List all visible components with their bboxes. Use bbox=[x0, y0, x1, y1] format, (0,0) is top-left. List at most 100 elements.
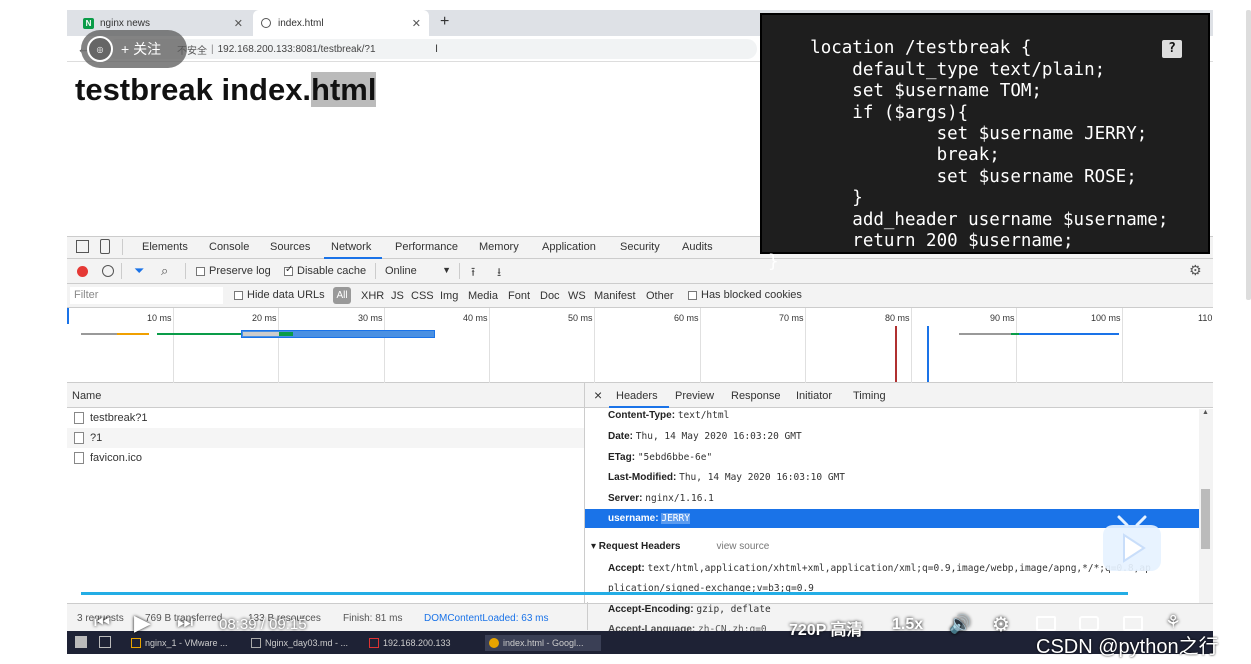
filter-icon[interactable]: ⏷ bbox=[134, 263, 144, 279]
tab-preview[interactable]: Preview bbox=[675, 390, 714, 402]
close-tab-icon[interactable]: ✕ bbox=[412, 17, 421, 30]
hide-data-urls-label: Hide data URLs bbox=[247, 289, 325, 301]
waterfall-segment bbox=[117, 333, 149, 335]
throttle-select[interactable]: Online ▼ bbox=[385, 265, 451, 277]
tick-label: 60 ms bbox=[674, 313, 699, 323]
tab-security[interactable]: Security bbox=[620, 241, 660, 253]
waterfall-segment bbox=[959, 333, 1011, 335]
type-filter-font[interactable]: Font bbox=[508, 290, 530, 302]
name-column-header[interactable]: Name bbox=[67, 383, 584, 408]
close-details-icon[interactable]: × bbox=[594, 387, 602, 403]
type-filter-xhr[interactable]: XHR bbox=[361, 290, 384, 302]
tick-line bbox=[1016, 308, 1017, 383]
type-filter-css[interactable]: CSS bbox=[411, 290, 434, 302]
type-filter-all[interactable]: All bbox=[333, 287, 351, 304]
request-headers-section[interactable]: ▾ Request Headers view source bbox=[591, 541, 769, 552]
clear-icon[interactable] bbox=[102, 265, 114, 277]
tick-line bbox=[805, 308, 806, 383]
device-toolbar-icon[interactable] bbox=[100, 239, 110, 254]
type-filter-other[interactable]: Other bbox=[646, 290, 674, 302]
requests-panel: Name testbreak?1 ?1 favicon.ico × Header… bbox=[67, 383, 1213, 603]
header-value: Thu, 14 May 2020 16:03:20 GMT bbox=[635, 431, 802, 442]
active-tab-indicator bbox=[609, 406, 669, 408]
checkbox[interactable] bbox=[196, 266, 205, 276]
tick-line bbox=[911, 308, 912, 383]
details-scrollbar[interactable]: ▲ bbox=[1199, 409, 1213, 603]
import-har-icon[interactable]: ⭱ bbox=[471, 263, 475, 284]
type-filter-doc[interactable]: Doc bbox=[540, 290, 560, 302]
view-source-link[interactable]: view source bbox=[717, 541, 770, 552]
task-view-icon[interactable] bbox=[99, 636, 111, 648]
search-icon[interactable]: ⌕ bbox=[161, 263, 168, 279]
help-icon[interactable]: ? bbox=[1162, 40, 1182, 58]
preserve-log-checkbox[interactable]: Preserve log bbox=[196, 265, 271, 277]
header-value: "5ebd6bbe-6e" bbox=[637, 452, 713, 463]
request-header-row: Accept: text/html,application/xhtml+xml,… bbox=[608, 563, 1151, 574]
tick-line bbox=[489, 308, 490, 383]
type-filter-ws[interactable]: WS bbox=[568, 290, 586, 302]
record-icon[interactable] bbox=[77, 266, 88, 277]
network-status-bar: 3 requests 769 B transferred 133 B resou… bbox=[67, 602, 1213, 635]
follow-button[interactable]: ◎ + 关注 bbox=[81, 30, 187, 68]
tab-timing[interactable]: Timing bbox=[853, 390, 886, 402]
throttle-value: Online bbox=[385, 265, 417, 277]
tab-performance[interactable]: Performance bbox=[395, 241, 458, 253]
filter-input[interactable]: Filter bbox=[70, 287, 223, 304]
settings-gear-icon[interactable]: ⚙ bbox=[1189, 262, 1202, 279]
new-tab-button[interactable]: + bbox=[440, 13, 449, 31]
export-har-icon[interactable]: ⭳ bbox=[497, 263, 501, 284]
list-item[interactable]: testbreak?1 bbox=[67, 408, 584, 428]
checkbox[interactable] bbox=[284, 264, 293, 276]
type-filter-js[interactable]: JS bbox=[391, 290, 404, 302]
request-header-row: Accept-Encoding: gzip, deflate bbox=[608, 604, 771, 615]
windows-start-icon[interactable] bbox=[75, 636, 87, 648]
divider bbox=[459, 263, 460, 279]
header-name: Last-Modified: bbox=[608, 472, 677, 483]
tab-index-html[interactable]: index.html ✕ bbox=[253, 10, 429, 36]
hide-data-urls-checkbox[interactable]: Hide data URLs bbox=[234, 289, 325, 301]
list-item[interactable]: favicon.ico bbox=[67, 448, 584, 468]
tab-network[interactable]: Network bbox=[331, 241, 371, 253]
tab-response[interactable]: Response bbox=[731, 390, 781, 402]
scroll-up-icon[interactable]: ▲ bbox=[1202, 409, 1209, 416]
taskbar-item[interactable]: Nginx_day03.md - ... bbox=[247, 635, 357, 651]
tab-audits[interactable]: Audits bbox=[682, 241, 713, 253]
list-item[interactable]: ?1 bbox=[67, 428, 584, 448]
scrollbar-thumb[interactable] bbox=[1201, 489, 1210, 549]
follow-label: + 关注 bbox=[121, 41, 162, 57]
tick-line bbox=[594, 308, 595, 383]
waterfall-segment bbox=[279, 332, 293, 336]
header-name: Date: bbox=[608, 431, 634, 442]
tab-console[interactable]: Console bbox=[209, 241, 249, 253]
type-filter-img[interactable]: Img bbox=[440, 290, 458, 302]
taskbar-item[interactable]: nginx_1 - VMware ... bbox=[127, 635, 239, 651]
tab-application[interactable]: Application bbox=[542, 241, 596, 253]
tab-sources[interactable]: Sources bbox=[270, 241, 310, 253]
code-snippet-overlay: location /testbreak { default_type text/… bbox=[760, 13, 1210, 272]
header-value: text/html,application/xhtml+xml,applicat… bbox=[647, 563, 1151, 574]
header-name: Content-Type: bbox=[608, 410, 676, 421]
network-overview-timeline[interactable]: 10 ms 20 ms 30 ms 40 ms 50 ms 60 ms 70 m… bbox=[67, 308, 1213, 383]
inspect-element-icon[interactable] bbox=[76, 240, 89, 253]
taskbar-label: Nginx_day03.md - ... bbox=[265, 638, 349, 648]
divider bbox=[587, 602, 588, 630]
load-event-line bbox=[895, 326, 897, 382]
omnibox[interactable]: 不安全 | 192.168.200.133:8081/testbreak/?1 bbox=[107, 39, 757, 59]
taskbar-item[interactable]: 192.168.200.133 bbox=[365, 635, 477, 651]
tab-initiator[interactable]: Initiator bbox=[796, 390, 832, 402]
checkbox[interactable] bbox=[688, 290, 697, 300]
tab-memory[interactable]: Memory bbox=[479, 241, 519, 253]
tab-elements[interactable]: Elements bbox=[142, 241, 188, 253]
outer-scrollbar[interactable] bbox=[1246, 10, 1251, 300]
header-name: Server: bbox=[608, 493, 643, 504]
close-tab-icon[interactable]: ✕ bbox=[234, 17, 243, 30]
taskbar-item[interactable]: index.html - Googl... bbox=[485, 635, 601, 651]
checkbox[interactable] bbox=[234, 290, 243, 300]
header-name: ETag: bbox=[608, 452, 636, 463]
tv-logo-icon bbox=[1099, 513, 1165, 579]
disable-cache-checkbox[interactable]: Disable cache bbox=[284, 264, 366, 277]
tab-headers[interactable]: Headers bbox=[616, 390, 658, 402]
type-filter-media[interactable]: Media bbox=[468, 290, 498, 302]
type-filter-manifest[interactable]: Manifest bbox=[594, 290, 636, 302]
waterfall-segment bbox=[1011, 333, 1019, 335]
